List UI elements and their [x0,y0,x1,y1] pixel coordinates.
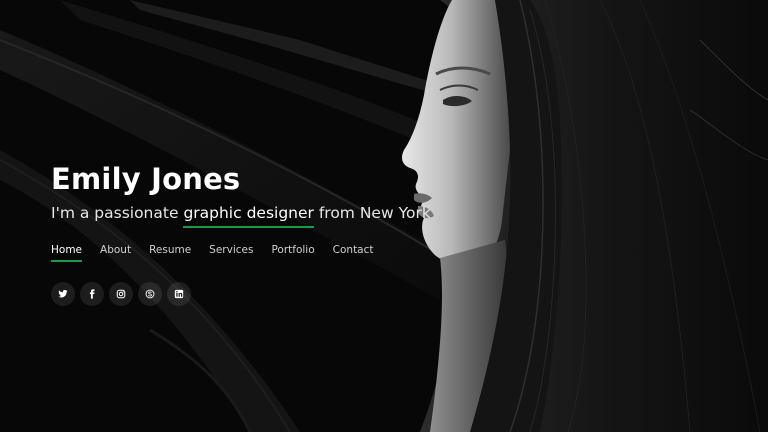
instagram-link[interactable] [109,282,133,306]
hero-intro: Emily Jones I'm a passionate graphic des… [51,160,431,228]
nav-item-home[interactable]: Home [51,244,83,262]
nav-item-contact[interactable]: Contact [333,244,374,256]
hero-name: Emily Jones [51,162,241,196]
main-nav: Home About Resume Services Portfolio Con… [51,244,374,262]
tagline-highlight: graphic designer [183,204,315,228]
nav-item-services[interactable]: Services [209,244,253,256]
tagline-suffix: from New York [313,204,431,222]
facebook-link[interactable] [80,282,104,306]
facebook-icon [87,289,97,299]
hero-section: Emily Jones I'm a passionate graphic des… [0,0,768,432]
nav-item-resume[interactable]: Resume [149,244,191,256]
nav-item-portfolio[interactable]: Portfolio [271,244,314,256]
social-links [51,282,191,306]
tagline-prefix: I'm a passionate [51,204,184,222]
skype-link[interactable] [138,282,162,306]
skype-icon [145,289,155,299]
linkedin-icon [174,289,184,299]
twitter-link[interactable] [51,282,75,306]
hero-tagline: I'm a passionate graphic designer from N… [51,202,431,228]
instagram-icon [116,289,126,299]
nav-item-about[interactable]: About [100,244,131,256]
twitter-icon [58,289,68,299]
linkedin-link[interactable] [167,282,191,306]
